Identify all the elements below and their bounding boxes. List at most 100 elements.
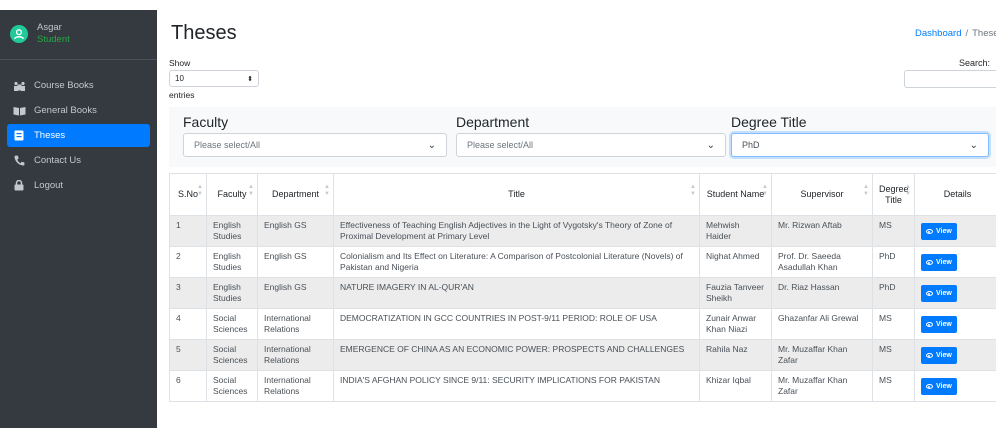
chevron-down-icon: ⌄ xyxy=(706,139,715,151)
sort-icon: ▲ ▼ xyxy=(905,184,911,197)
department-filter-label: Department xyxy=(456,114,530,130)
user-panel[interactable]: Asgar Student xyxy=(0,10,157,60)
sidebar-item-label: Logout xyxy=(34,180,64,191)
degree-filter-label: Degree Title xyxy=(731,114,807,130)
table-body: 1 English Studies English GS Effectiveness … xyxy=(169,215,996,402)
search-label: Search: xyxy=(959,58,991,68)
column-header-degree-title[interactable]: Degree Title ▲ ▼ xyxy=(872,173,915,216)
cell-details: View xyxy=(914,246,996,278)
view-button[interactable]: View xyxy=(921,254,957,271)
cell-details: View xyxy=(914,277,996,309)
column-header-department[interactable]: Department ▲ ▼ xyxy=(257,173,334,216)
column-header-title[interactable]: Title ▲ ▼ xyxy=(333,173,700,216)
column-header-faculty[interactable]: Faculty ▲ ▼ xyxy=(206,173,258,216)
show-label: Show xyxy=(169,58,191,68)
faculty-select[interactable]: Please select/All ⌄ xyxy=(183,133,447,157)
breadcrumb-dashboard-link[interactable]: Dashboard xyxy=(915,28,961,39)
chevron-down-icon: ⌄ xyxy=(427,139,436,151)
degree-select[interactable]: PhD ⌄ xyxy=(731,133,989,157)
cell-faculty: Social Sciences xyxy=(206,339,258,371)
cell-student-name: Rahila Naz xyxy=(699,339,772,371)
table-header-row: S.No ▲ ▼ Faculty ▲ ▼ Department ▲ ▼ Title ▲ ▼ St… xyxy=(169,173,996,216)
sidebar-item-theses[interactable]: Theses xyxy=(7,124,150,147)
view-button-label: View xyxy=(936,352,952,359)
sidebar-item-label: Contact Us xyxy=(34,155,81,166)
cell-sno: 4 xyxy=(169,308,207,340)
department-select[interactable]: Please select/All ⌄ xyxy=(456,133,726,157)
cell-faculty: Social Sciences xyxy=(206,308,258,340)
select-arrows-icon: ⬍ xyxy=(247,75,253,83)
entries-select[interactable]: 10 ⬍ xyxy=(169,70,259,87)
cell-faculty: English Studies xyxy=(206,277,258,309)
eye-icon xyxy=(926,229,933,234)
cell-details: View xyxy=(914,215,996,247)
cell-supervisor: Dr. Riaz Hassan xyxy=(771,277,873,309)
sidebar-item-course-books[interactable]: Course Books xyxy=(7,74,150,97)
avatar[interactable] xyxy=(10,24,28,43)
cell-faculty: English Studies xyxy=(206,246,258,278)
table-row: 4 Social Sciences International Relations D… xyxy=(169,308,996,340)
cell-details: View xyxy=(914,370,996,402)
document-icon xyxy=(12,130,26,141)
sidebar-nav: Course Books General Books Theses Contac… xyxy=(0,74,157,197)
view-button-label: View xyxy=(936,321,952,328)
eye-icon xyxy=(926,384,933,389)
sort-icon: ▲ ▼ xyxy=(324,184,330,197)
cell-title: Colonialism and Its Effect on Literature… xyxy=(333,246,700,278)
cell-degree-title: PhD xyxy=(872,277,915,309)
faculty-select-value: Please select/All xyxy=(194,140,261,150)
view-button-label: View xyxy=(936,228,952,235)
breadcrumb: Dashboard /Theses xyxy=(915,28,996,39)
column-header-sno[interactable]: S.No ▲ ▼ xyxy=(169,173,207,216)
sidebar-item-label: General Books xyxy=(34,105,97,116)
cell-supervisor: Mr. Rizwan Aftab xyxy=(771,215,873,247)
book-icon xyxy=(12,105,26,116)
cell-student-name: Nighat Ahmed xyxy=(699,246,772,278)
cell-sno: 2 xyxy=(169,246,207,278)
cell-degree-title: PhD xyxy=(872,246,915,278)
view-button[interactable]: View xyxy=(921,316,957,333)
cell-degree-title: MS xyxy=(872,370,915,402)
people-icon xyxy=(12,80,26,91)
cell-faculty: English Studies xyxy=(206,215,258,247)
faculty-filter-label: Faculty xyxy=(183,114,229,130)
column-header-supervisor[interactable]: Supervisor ▲ ▼ xyxy=(771,173,873,216)
sidebar: Asgar Student Course Books General Books… xyxy=(0,0,157,428)
sidebar-item-logout[interactable]: Logout xyxy=(7,174,150,197)
cell-title: INDIA'S AFGHAN POLICY SINCE 9/11: SECURI… xyxy=(333,370,700,402)
degree-select-value: PhD xyxy=(742,140,760,150)
table-row: 6 Social Sciences International Relations I… xyxy=(169,370,996,402)
sidebar-item-label: Theses xyxy=(34,130,66,141)
cell-department: English GS xyxy=(257,277,334,309)
column-header-details: Details xyxy=(914,173,996,216)
search-input[interactable] xyxy=(904,70,996,88)
table-row: 1 English Studies English GS Effectiveness … xyxy=(169,215,996,247)
table-row: 2 English Studies English GS Colonialism an… xyxy=(169,246,996,278)
chevron-down-icon: ⌄ xyxy=(969,139,978,151)
view-button-label: View xyxy=(936,383,952,390)
cell-supervisor: Ghazanfar Ali Grewal xyxy=(771,308,873,340)
cell-supervisor: Prof. Dr. Saeeda Asadullah Khan xyxy=(771,246,873,278)
view-button[interactable]: View xyxy=(921,347,957,364)
sort-icon: ▲ ▼ xyxy=(690,184,696,197)
eye-icon xyxy=(926,322,933,327)
view-button[interactable]: View xyxy=(921,223,957,240)
cell-sno: 1 xyxy=(169,215,207,247)
cell-title: Effectiveness of Teaching English Adject… xyxy=(333,215,700,247)
sidebar-item-contact-us[interactable]: Contact Us xyxy=(7,149,150,172)
sidebar-item-general-books[interactable]: General Books xyxy=(7,99,150,122)
cell-department: International Relations xyxy=(257,339,334,371)
cell-student-name: Khizar Iqbal xyxy=(699,370,772,402)
user-name[interactable]: Asgar xyxy=(37,22,70,34)
column-header-student-name[interactable]: Student Name ▲ ▼ xyxy=(699,173,772,216)
view-button[interactable]: View xyxy=(921,285,957,302)
cell-degree-title: MS xyxy=(872,339,915,371)
cell-department: International Relations xyxy=(257,370,334,402)
cell-sno: 6 xyxy=(169,370,207,402)
theses-table: S.No ▲ ▼ Faculty ▲ ▼ Department ▲ ▼ Title ▲ ▼ St… xyxy=(169,173,996,402)
view-button[interactable]: View xyxy=(921,378,957,395)
cell-supervisor: Mr. Muzaffar Khan Zafar xyxy=(771,339,873,371)
breadcrumb-separator: / xyxy=(965,28,969,39)
lock-icon xyxy=(12,180,26,191)
cell-faculty: Social Sciences xyxy=(206,370,258,402)
